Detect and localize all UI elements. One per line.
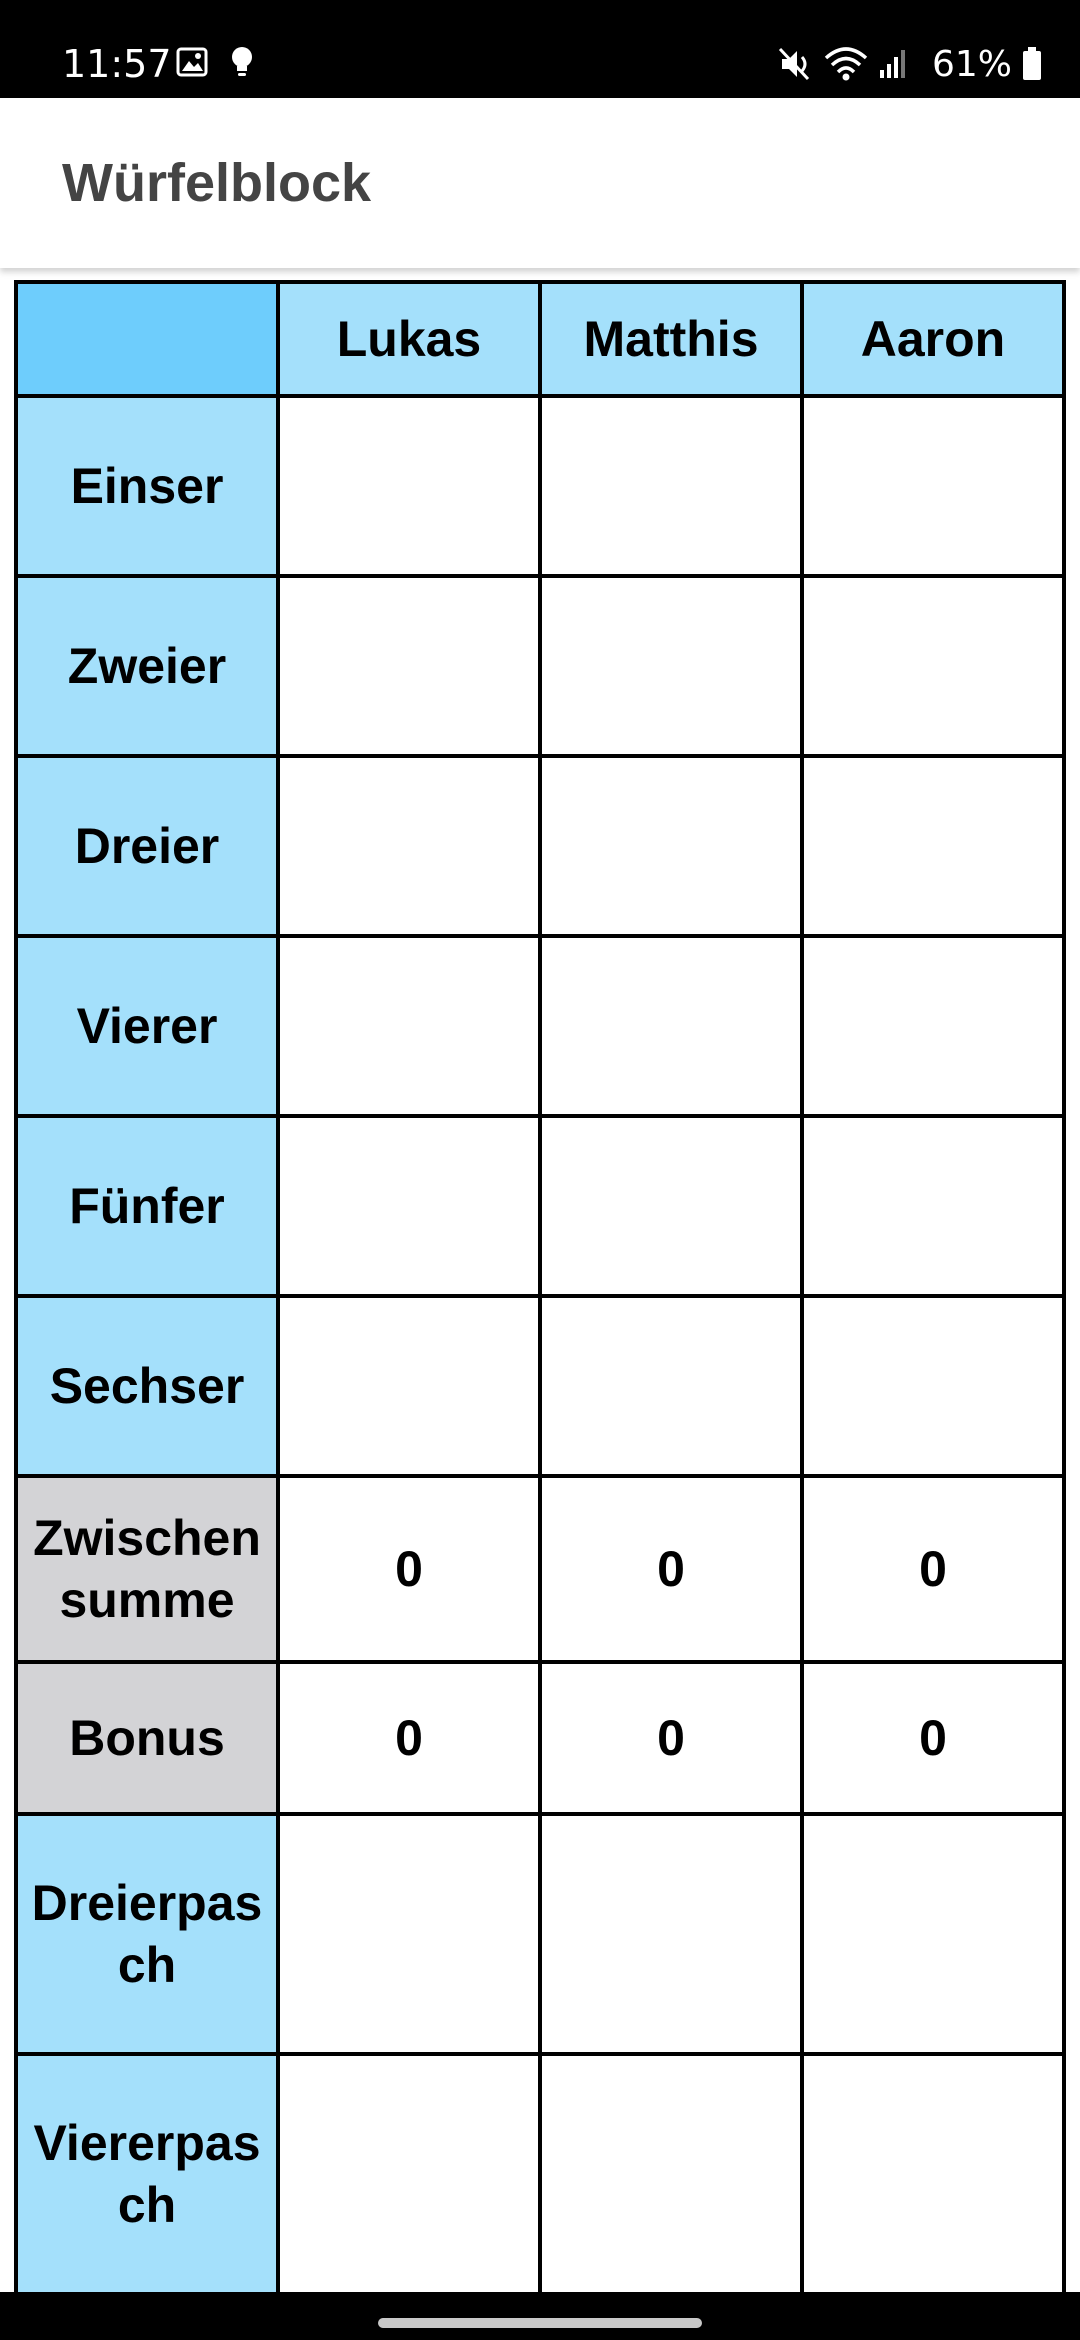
score-cell[interactable] bbox=[538, 934, 804, 1118]
score-cell[interactable] bbox=[800, 2052, 1066, 2296]
score-cell[interactable] bbox=[538, 1812, 804, 2056]
score-cell[interactable] bbox=[276, 1114, 542, 1298]
score-cell[interactable] bbox=[538, 754, 804, 938]
score-cell[interactable] bbox=[276, 2052, 542, 2296]
score-cell[interactable] bbox=[800, 754, 1066, 938]
wifi-icon bbox=[824, 47, 868, 81]
header-row: Lukas Matthis Aaron bbox=[14, 280, 1066, 398]
score-cell[interactable] bbox=[538, 574, 804, 758]
score-cell[interactable] bbox=[800, 1812, 1066, 2056]
row-label-einser: Einser bbox=[14, 394, 280, 578]
table-row: Vierer bbox=[14, 934, 1066, 1118]
score-cell[interactable] bbox=[800, 1294, 1066, 1478]
row-label-line: Zwischen bbox=[33, 1510, 261, 1566]
table-row: Viererpas ch bbox=[14, 2052, 1066, 2296]
battery-icon bbox=[1023, 47, 1041, 80]
status-bar: 11:57 61% bbox=[0, 0, 1080, 98]
score-cell[interactable] bbox=[800, 574, 1066, 758]
player-header-matthis[interactable]: Matthis bbox=[538, 280, 804, 398]
status-time: 11:57 bbox=[62, 42, 172, 86]
score-cell[interactable] bbox=[538, 1114, 804, 1298]
sum-cell: 0 bbox=[800, 1474, 1066, 1664]
status-right: 61% bbox=[778, 0, 1042, 98]
player-header-lukas[interactable]: Lukas bbox=[276, 280, 542, 398]
score-cell[interactable] bbox=[800, 394, 1066, 578]
home-gesture-handle[interactable] bbox=[378, 2318, 702, 2328]
sum-cell: 0 bbox=[276, 1474, 542, 1664]
battery-level: 61% bbox=[931, 43, 1012, 85]
row-label-fuenfer: Fünfer bbox=[14, 1114, 280, 1298]
table-row: Einser bbox=[14, 394, 1066, 578]
score-cell[interactable] bbox=[538, 394, 804, 578]
table-row: Dreierpas ch bbox=[14, 1812, 1066, 2056]
app-title: Würfelblock bbox=[62, 153, 372, 213]
table-row: Sechser bbox=[14, 1294, 1066, 1478]
sum-cell: 0 bbox=[538, 1474, 804, 1664]
sum-cell: 0 bbox=[800, 1660, 1066, 1816]
row-label-line: Viererpas bbox=[33, 2115, 261, 2171]
score-cell[interactable] bbox=[276, 934, 542, 1118]
score-cell[interactable] bbox=[538, 2052, 804, 2296]
row-label-zwischensumme: Zwischen summe bbox=[14, 1474, 280, 1664]
table-row: Dreier bbox=[14, 754, 1066, 938]
bulb-icon bbox=[232, 47, 252, 76]
row-label-dreier: Dreier bbox=[14, 754, 280, 938]
row-label-line: summe bbox=[59, 1572, 235, 1628]
row-label-line: Dreierpas bbox=[31, 1875, 263, 1931]
row-label-sechser: Sechser bbox=[14, 1294, 280, 1478]
signal-icon bbox=[879, 50, 905, 78]
player-header-aaron[interactable]: Aaron bbox=[800, 280, 1066, 398]
score-cell[interactable] bbox=[276, 754, 542, 938]
header-corner-cell bbox=[14, 280, 280, 398]
score-cell[interactable] bbox=[276, 1812, 542, 2056]
row-label-vierer: Vierer bbox=[14, 934, 280, 1118]
table-row: Zweier bbox=[14, 574, 1066, 758]
table-row: Zwischen summe 0 0 0 bbox=[14, 1474, 1066, 1664]
table-row: Bonus 0 0 0 bbox=[14, 1660, 1066, 1816]
sum-cell: 0 bbox=[538, 1660, 804, 1816]
image-icon bbox=[176, 47, 208, 77]
score-cell[interactable] bbox=[276, 1294, 542, 1478]
score-cell[interactable] bbox=[276, 574, 542, 758]
row-label-zweier: Zweier bbox=[14, 574, 280, 758]
sum-cell: 0 bbox=[276, 1660, 542, 1816]
status-left-icons bbox=[176, 46, 254, 78]
row-label-bonus: Bonus bbox=[14, 1660, 280, 1816]
row-label-viererpasch: Viererpas ch bbox=[14, 2052, 280, 2296]
table-row: Fünfer bbox=[14, 1114, 1066, 1298]
row-label-dreierpasch: Dreierpas ch bbox=[14, 1812, 280, 2056]
row-label-line: ch bbox=[117, 2177, 177, 2233]
mute-icon bbox=[778, 47, 810, 81]
score-cell[interactable] bbox=[800, 1114, 1066, 1298]
app-bar: Würfelblock bbox=[0, 98, 1080, 268]
row-label-line: ch bbox=[117, 1937, 177, 1993]
score-cell[interactable] bbox=[800, 934, 1066, 1118]
navigation-bar bbox=[0, 2292, 1080, 2340]
score-cell[interactable] bbox=[276, 394, 542, 578]
score-table: Lukas Matthis Aaron Einser Zweier Dreier… bbox=[14, 280, 1066, 2296]
score-cell[interactable] bbox=[538, 1294, 804, 1478]
